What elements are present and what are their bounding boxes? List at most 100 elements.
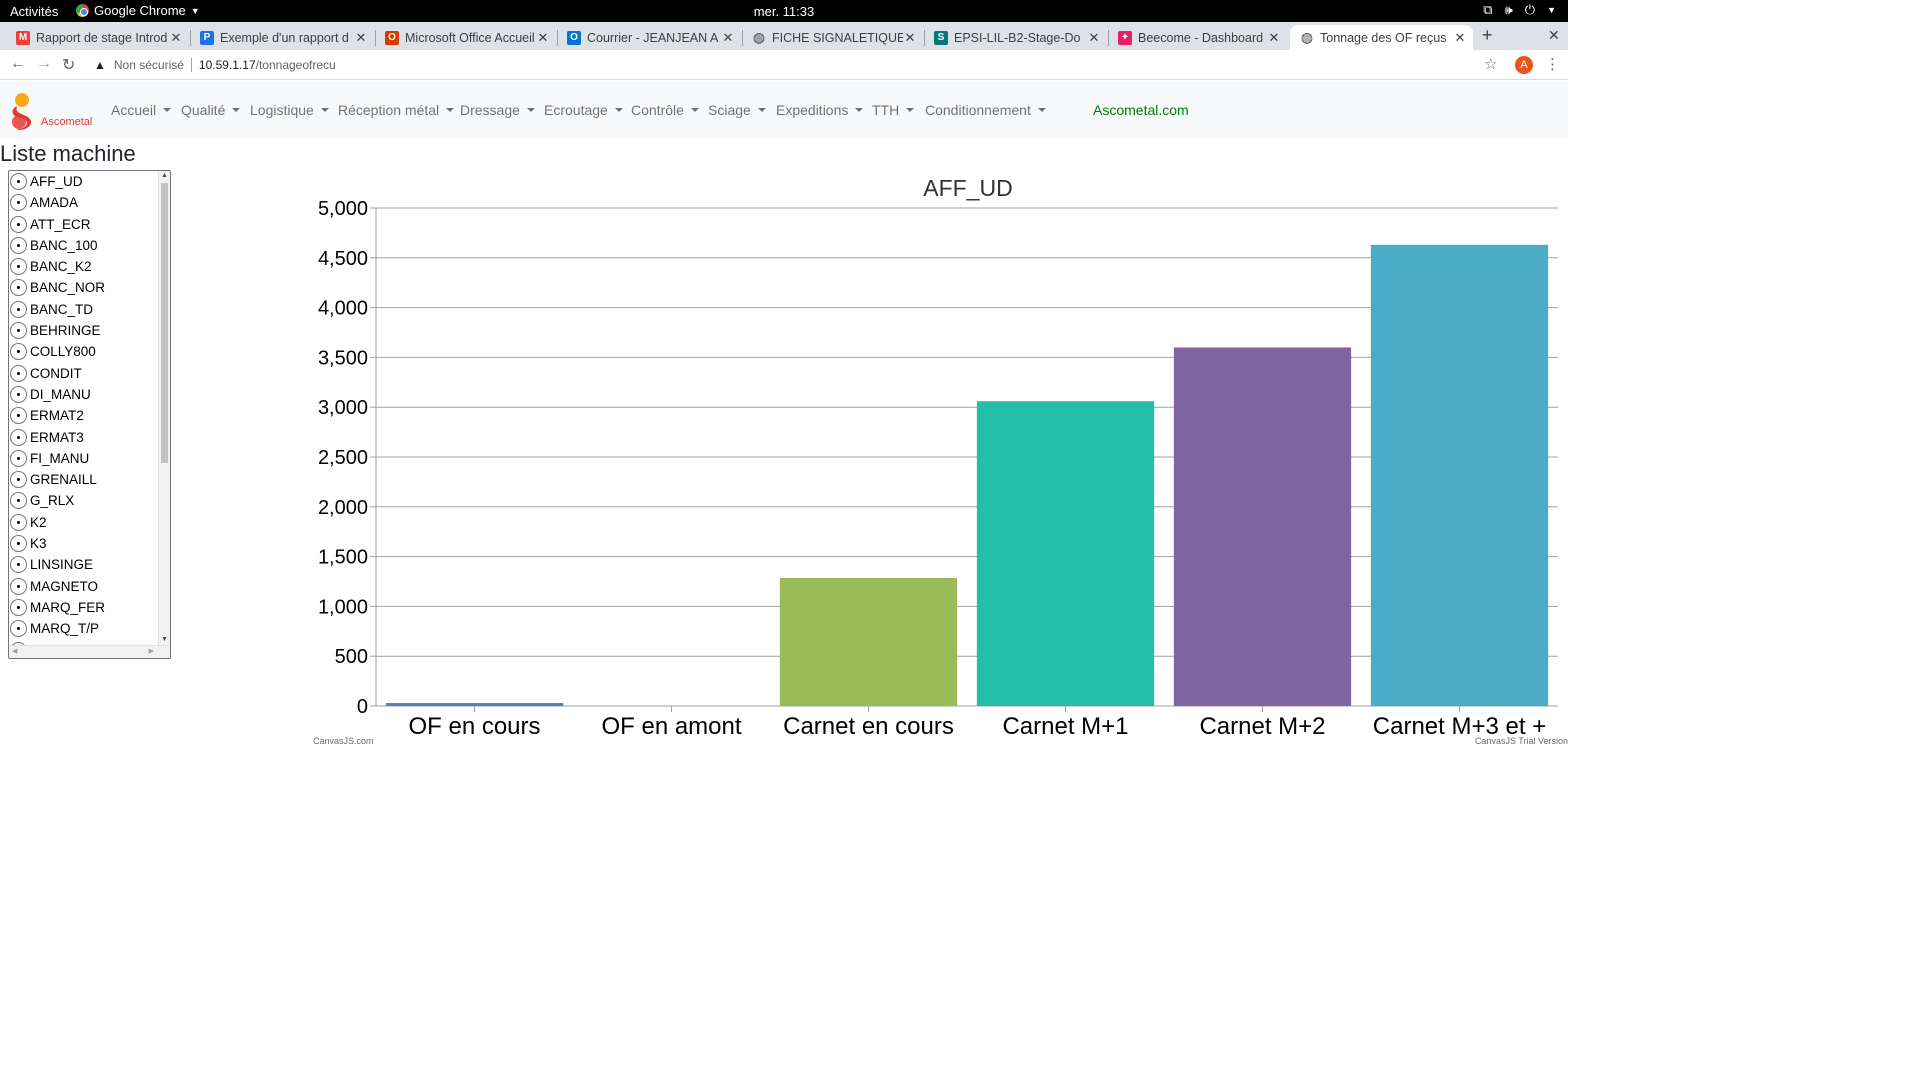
machine-option[interactable]: BANC_TD [9,299,159,320]
machine-option[interactable]: K2 [9,512,159,533]
radio-button[interactable] [10,535,27,553]
profile-avatar[interactable]: A [1515,56,1533,74]
browser-tab[interactable]: ✦ Beecome - Dashboard ✕ [1110,25,1287,50]
radio-button[interactable] [10,598,27,616]
ascometal-link[interactable]: Ascometal.com [1093,102,1189,118]
machine-option[interactable]: BANC_K2 [9,256,159,277]
y-tick-label: 1,000 [318,596,368,618]
security-label[interactable]: Non sécurisé [114,58,184,72]
ascometal-logo[interactable]: Ascometal [9,91,99,131]
close-icon[interactable]: ✕ [1267,30,1281,46]
bookmark-star-icon[interactable]: ☆ [1484,55,1497,73]
radio-button[interactable] [10,279,27,297]
machine-option[interactable]: MAGNETO [9,576,159,597]
scroll-left-icon[interactable]: ◀ [12,647,17,655]
machine-list[interactable]: AFF_UD AMADA ATT_ECR BANC_100 BANC_K2 BANC_NO… [8,170,171,659]
browser-tab[interactable]: M Rapport de stage Introd ✕ [8,25,189,50]
close-icon[interactable]: ✕ [169,30,183,46]
radio-button[interactable] [10,385,27,403]
machine-option[interactable]: BEHRINGE [9,320,159,341]
menu-item-accueil[interactable]: Accueil [111,102,172,118]
canvasjs-credit[interactable]: CanvasJS.com [313,736,374,746]
close-icon[interactable]: ✕ [536,30,550,46]
browser-tab[interactable]: S EPSI-LIL-B2-Stage-Do ✕ [926,25,1107,50]
close-icon[interactable]: ✕ [721,30,735,46]
machine-option[interactable]: ERMAT2 [9,405,159,426]
reload-icon[interactable]: ↻ [62,55,75,75]
menu-item-r-ception-m-tal[interactable]: Réception métal [338,102,455,118]
close-icon[interactable]: ✕ [903,30,917,46]
menu-item-expeditions[interactable]: Expeditions [776,102,864,118]
radio-button[interactable] [10,322,27,340]
radio-button[interactable] [10,620,27,638]
radio-button[interactable] [10,215,27,233]
machine-option[interactable]: K3 [9,533,159,554]
close-icon[interactable]: ✕ [1087,30,1101,46]
scroll-down-icon[interactable]: ▼ [161,636,168,643]
menu-item-contr-le[interactable]: Contrôle [631,102,699,118]
menu-item-sciage[interactable]: Sciage [708,102,766,118]
machine-option[interactable]: CONDIT [9,363,159,384]
radio-button[interactable] [10,471,27,489]
machine-option[interactable]: DI_MANU [9,384,159,405]
close-icon[interactable]: ✕ [1453,30,1467,46]
machine-option[interactable]: G_RLX [9,490,159,511]
machine-option[interactable]: AFF_UD [9,171,159,192]
new-tab-icon[interactable]: + [1482,25,1493,46]
warning-icon[interactable]: ▲ [94,58,106,72]
radio-button[interactable] [10,407,27,425]
machine-option[interactable]: GRENAILL [9,469,159,490]
radio-button[interactable] [10,300,27,318]
radio-button[interactable] [10,556,27,574]
radio-button[interactable] [10,236,27,254]
scroll-right-icon[interactable]: ▶ [149,647,154,655]
tab-search-icon[interactable]: ✕ [1548,27,1560,44]
browser-tab[interactable]: O Courrier - JEANJEAN A ✕ [559,25,741,50]
machine-option[interactable]: ERMAT3 [9,427,159,448]
radio-button[interactable] [10,343,27,361]
machine-option[interactable]: ATT_ECR [9,214,159,235]
machine-option[interactable]: COLLY800 [9,341,159,362]
bar-carnet-m-3-et- [1370,244,1549,706]
machine-option[interactable]: MARQ_FER [9,597,159,618]
machine-option[interactable]: LINSINGE [9,554,159,575]
browser-tab[interactable]: ◍ FICHE SIGNALETIQUE ✕ [744,25,923,50]
menu-item-ecroutage[interactable]: Ecroutage [544,102,623,118]
radio-button[interactable] [10,173,27,190]
forward-icon[interactable]: → [36,55,52,73]
address-bar[interactable]: ▲ Non sécurisé 10.59.1.17 /tonnageofrecu [90,54,1510,76]
more-menu-icon[interactable]: ⋮ [1545,55,1560,73]
outlook-icon: O [567,30,581,45]
radio-button[interactable] [10,364,27,382]
radio-button[interactable] [10,194,27,212]
machine-label: MARQ_T/P [30,621,100,637]
radio-button[interactable] [10,258,27,276]
horizontal-scrollbar[interactable]: ◀ ▶ [9,645,170,658]
menu-item-conditionnement[interactable]: Conditionnement [925,102,1046,118]
machine-option[interactable]: AMADA [9,192,159,213]
machine-option[interactable]: FI_MANU [9,448,159,469]
close-icon[interactable]: ✕ [354,30,368,46]
radio-button[interactable] [10,428,27,446]
scrollbar-thumb[interactable] [161,183,168,463]
machine-option[interactable]: MARQ_T/P [9,618,159,639]
radio-button[interactable] [10,513,27,531]
menu-item-logistique[interactable]: Logistique [250,102,329,118]
machine-label: BANC_TD [30,301,94,317]
scroll-up-icon[interactable]: ▲ [161,172,168,179]
back-icon[interactable]: ← [10,55,26,73]
menu-item-tth[interactable]: TTH [872,102,915,118]
browser-tab[interactable]: O Microsoft Office Accueil ✕ [377,25,556,50]
radio-button[interactable] [10,449,27,467]
browser-tab[interactable]: ◍ Tonnage des OF reçus ✕ [1290,25,1473,50]
radio-button[interactable] [10,577,27,595]
machine-option[interactable]: BANC_NOR [9,277,159,298]
menu-item-qualit-[interactable]: Qualité [181,102,241,118]
vertical-scrollbar[interactable]: ▲ ▼ [158,171,170,645]
browser-tab[interactable]: P Exemple d'un rapport d ✕ [192,25,374,50]
machine-option[interactable]: BANC_100 [9,235,159,256]
system-tray[interactable]: ⧉ 🕪 ⏻ ▼ [1483,2,1556,18]
menu-item-dressage[interactable]: Dressage [460,102,535,118]
radio-button[interactable] [10,492,27,510]
clock[interactable]: mer. 11:33 [0,4,1568,19]
